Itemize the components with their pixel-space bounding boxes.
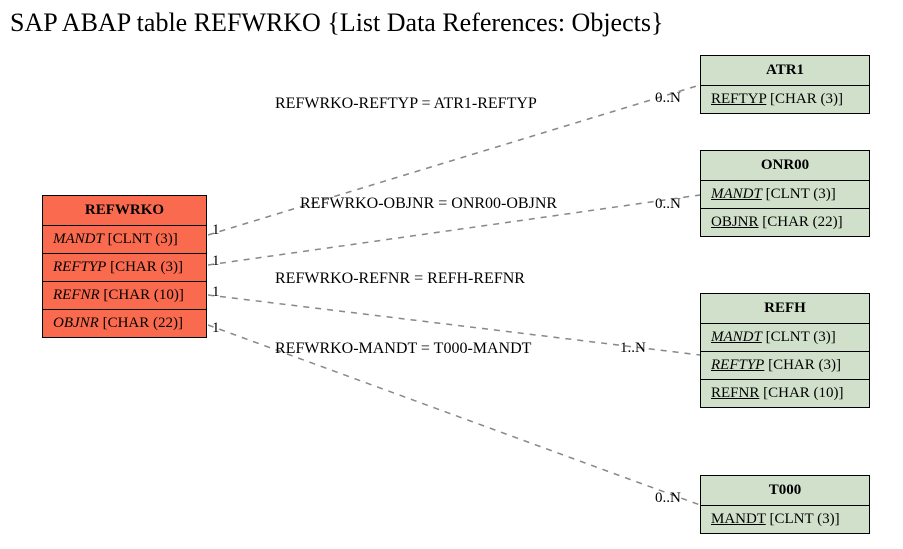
er-diagram: REFWRKO MANDT [CLNT (3)] REFTYP [CHAR (3… [0, 40, 903, 549]
entity-atr1-title: ATR1 [701, 56, 869, 86]
cardinality-right: 0..N [655, 490, 681, 507]
entity-refwrko-field: REFTYP [CHAR (3)] [43, 254, 206, 282]
entity-t000-title: T000 [701, 476, 869, 506]
entity-refwrko-field: REFNR [CHAR (10)] [43, 282, 206, 310]
entity-t000: T000 MANDT [CLNT (3)] [700, 475, 870, 534]
entity-onr00-title: ONR00 [701, 151, 869, 181]
entity-refwrko: REFWRKO MANDT [CLNT (3)] REFTYP [CHAR (3… [42, 195, 207, 338]
entity-onr00-field: OBJNR [CHAR (22)] [701, 209, 869, 236]
entity-t000-field: MANDT [CLNT (3)] [701, 506, 869, 533]
entity-refh-field: REFNR [CHAR (10)] [701, 380, 869, 407]
page-title: SAP ABAP table REFWRKO {List Data Refere… [10, 8, 663, 38]
entity-refwrko-field: OBJNR [CHAR (22)] [43, 310, 206, 337]
entity-refh-field: MANDT [CLNT (3)] [701, 324, 869, 352]
cardinality-right: 1..N [620, 340, 646, 357]
entity-refh: REFH MANDT [CLNT (3)] REFTYP [CHAR (3)] … [700, 293, 870, 408]
relation-label: REFWRKO-OBJNR = ONR00-OBJNR [300, 195, 557, 213]
cardinality-left: 1 [212, 320, 220, 337]
cardinality-right: 0..N [655, 196, 681, 213]
cardinality-left: 1 [212, 253, 220, 270]
relation-label: REFWRKO-REFNR = REFH-REFNR [275, 270, 525, 288]
cardinality-left: 1 [212, 284, 220, 301]
entity-refwrko-field: MANDT [CLNT (3)] [43, 226, 206, 254]
relation-label: REFWRKO-MANDT = T000-MANDT [275, 340, 531, 358]
entity-refwrko-title: REFWRKO [43, 196, 206, 226]
entity-atr1-field: REFTYP [CHAR (3)] [701, 86, 869, 113]
entity-onr00-field: MANDT [CLNT (3)] [701, 181, 869, 209]
cardinality-left: 1 [212, 222, 220, 239]
entity-refh-title: REFH [701, 294, 869, 324]
entity-refh-field: REFTYP [CHAR (3)] [701, 352, 869, 380]
relation-label: REFWRKO-REFTYP = ATR1-REFTYP [275, 95, 537, 113]
entity-atr1: ATR1 REFTYP [CHAR (3)] [700, 55, 870, 114]
cardinality-right: 0..N [655, 90, 681, 107]
entity-onr00: ONR00 MANDT [CLNT (3)] OBJNR [CHAR (22)] [700, 150, 870, 237]
